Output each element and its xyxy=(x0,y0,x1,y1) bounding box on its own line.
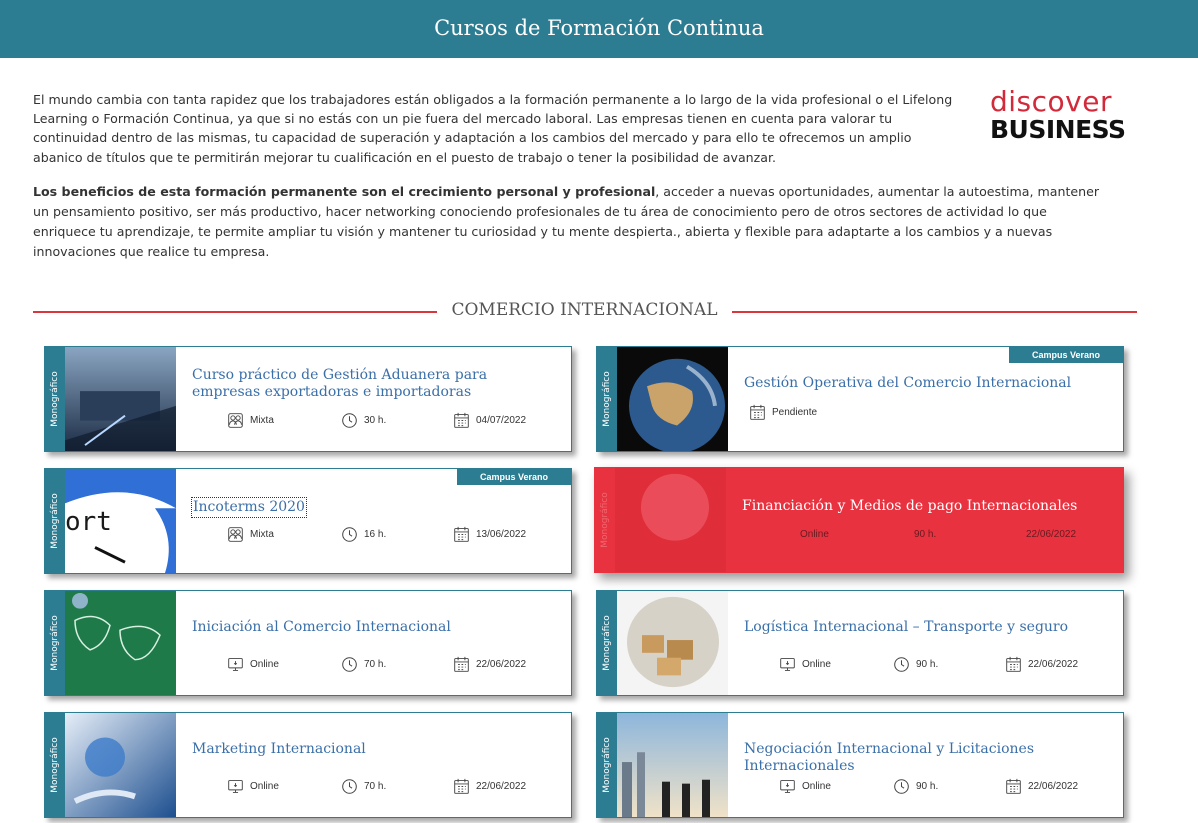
course-thumbnail xyxy=(65,713,176,817)
category-tab: Monográfico xyxy=(45,469,65,573)
clock-icon xyxy=(341,526,358,543)
start-date: 22/06/2022 xyxy=(1003,526,1076,543)
category-tab: Monográfico xyxy=(597,591,617,695)
mixed-modality-icon xyxy=(227,412,244,429)
calendar-icon xyxy=(1005,656,1022,673)
course-card-negociacion[interactable]: Monográfico Negociación Internacional y … xyxy=(596,712,1124,818)
category-tab: Monográfico xyxy=(45,713,65,817)
duration: 90 h. xyxy=(893,778,938,795)
online-icon xyxy=(227,778,244,795)
modality: Online xyxy=(779,778,831,795)
mixed-modality-icon xyxy=(227,526,244,543)
section-title: COMERCIO INTERNACIONAL xyxy=(451,300,718,320)
clock-icon xyxy=(893,778,910,795)
online-icon xyxy=(779,778,796,795)
category-tab: Monográfico xyxy=(45,591,65,695)
calendar-icon xyxy=(453,526,470,543)
section-divider-left xyxy=(33,311,437,313)
duration: 16 h. xyxy=(341,526,386,543)
course-title-link[interactable]: Iniciación al Comercio Internacional xyxy=(192,619,532,636)
course-title-link[interactable]: Negociación Internacional y Licitaciones… xyxy=(744,741,1104,775)
discover-business-logo[interactable]: discover BUSINESS xyxy=(990,85,1126,148)
online-icon xyxy=(779,656,796,673)
benefits-bold-text: Los beneficios de esta formación permane… xyxy=(33,184,656,199)
calendar-icon xyxy=(749,404,766,421)
start-date: 22/06/2022 xyxy=(453,778,526,795)
campus-verano-badge: Campus Verano xyxy=(1009,347,1123,363)
duration: 90 h. xyxy=(893,656,938,673)
category-tab: Monográfico xyxy=(597,713,617,817)
course-thumbnail xyxy=(65,347,176,451)
category-label: Monográfico xyxy=(50,493,60,549)
duration: 90 h. xyxy=(891,526,936,543)
course-thumbnail xyxy=(615,468,726,572)
duration: 70 h. xyxy=(341,778,386,795)
modality: Mixta xyxy=(227,526,274,543)
category-label: Monográfico xyxy=(602,615,612,671)
course-title-link[interactable]: Financiación y Medios de pago Internacio… xyxy=(742,498,1082,515)
course-card-incoterms[interactable]: Monográfico ort Campus Verano Incoterms … xyxy=(44,468,572,574)
category-tab: Monográfico xyxy=(595,468,615,572)
clock-icon xyxy=(893,656,910,673)
modality: Online xyxy=(227,778,279,795)
modality: Online xyxy=(777,526,829,543)
course-thumbnail xyxy=(617,347,728,451)
start-date: 22/06/2022 xyxy=(453,656,526,673)
course-title-link[interactable]: Incoterms 2020 xyxy=(191,497,307,518)
modality: Online xyxy=(227,656,279,673)
course-card-iniciacion[interactable]: Monográfico Iniciación al Comercio Inter… xyxy=(44,590,572,696)
course-thumbnail xyxy=(617,713,728,817)
course-thumbnail xyxy=(65,591,176,695)
course-thumbnail xyxy=(617,591,728,695)
category-tab: Monográfico xyxy=(597,347,617,451)
start-date: 22/06/2022 xyxy=(1005,778,1078,795)
course-title-link[interactable]: Curso práctico de Gestión Aduanera para … xyxy=(192,367,532,401)
calendar-icon xyxy=(453,412,470,429)
calendar-icon xyxy=(453,778,470,795)
course-thumbnail: ort xyxy=(65,469,176,573)
logo-line-1: discover xyxy=(990,85,1112,118)
course-title-link[interactable]: Gestión Operativa del Comercio Internaci… xyxy=(744,375,1084,392)
course-card-financiacion[interactable]: Monográfico Financiación y Medios de pag… xyxy=(594,467,1124,573)
category-label: Monográfico xyxy=(602,737,612,793)
modality: Pendiente xyxy=(749,404,817,421)
calendar-icon xyxy=(1005,778,1022,795)
category-label: Monográfico xyxy=(50,737,60,793)
modality: Mixta xyxy=(227,412,274,429)
course-card-gestion-operativa[interactable]: Monográfico Campus Verano Gestión Operat… xyxy=(596,346,1124,452)
duration: 70 h. xyxy=(341,656,386,673)
logo-line-2: BUSINESS xyxy=(990,115,1126,144)
course-card-gestion-aduanera[interactable]: Monográfico Curso práctico de Gestión Ad… xyxy=(44,346,572,452)
category-label: Monográfico xyxy=(50,371,60,427)
category-label: Monográfico xyxy=(602,371,612,427)
modality: Online xyxy=(779,656,831,673)
online-icon xyxy=(227,656,244,673)
start-date: 13/06/2022 xyxy=(453,526,526,543)
duration: 30 h. xyxy=(341,412,386,429)
page-header: Cursos de Formación Continua xyxy=(0,0,1198,58)
clock-icon xyxy=(341,656,358,673)
benefits-paragraph: Los beneficios de esta formación permane… xyxy=(33,182,1113,262)
category-label: Monográfico xyxy=(600,492,610,548)
section-heading: COMERCIO INTERNACIONAL xyxy=(33,296,1137,326)
clock-icon xyxy=(341,778,358,795)
category-label: Monográfico xyxy=(50,615,60,671)
svg-text:ort: ort xyxy=(65,507,112,537)
course-title-link[interactable]: Logística Internacional – Transporte y s… xyxy=(744,619,1084,636)
category-tab: Monográfico xyxy=(45,347,65,451)
course-card-logistica[interactable]: Monográfico Logística Internacional – Tr… xyxy=(596,590,1124,696)
clock-icon xyxy=(341,412,358,429)
course-title-link[interactable]: Marketing Internacional xyxy=(192,741,532,758)
course-card-marketing[interactable]: Monográfico Marketing Internacional Onli… xyxy=(44,712,572,818)
section-divider-right xyxy=(732,311,1137,313)
campus-verano-badge: Campus Verano xyxy=(457,469,571,485)
start-date: 22/06/2022 xyxy=(1005,656,1078,673)
intro-paragraph: El mundo cambia con tanta rapidez que lo… xyxy=(33,92,953,165)
start-date: 04/07/2022 xyxy=(453,412,526,429)
page-title: Cursos de Formación Continua xyxy=(434,16,764,40)
calendar-icon xyxy=(453,656,470,673)
